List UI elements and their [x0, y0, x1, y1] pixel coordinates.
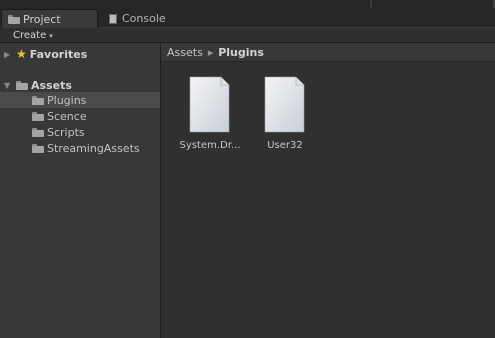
create-button-label: Create — [13, 30, 47, 41]
folder-icon — [32, 127, 44, 137]
tree-item-streamingassets[interactable]: StreamingAssets — [0, 140, 160, 156]
tree-item-scence[interactable]: Scence — [0, 108, 160, 124]
expand-arrow-icon[interactable]: ▶ — [4, 50, 12, 59]
tree-item-label: Plugins — [47, 93, 87, 107]
tree-item-scripts[interactable]: Scripts — [0, 124, 160, 140]
folder-icon — [16, 80, 28, 90]
tree-item-assets-label: Assets — [31, 78, 72, 92]
breadcrumb-separator-icon: ▶ — [207, 48, 214, 57]
tree-item-label: StreamingAssets — [47, 141, 140, 155]
tab-console-label: Console — [122, 12, 166, 25]
document-icon — [264, 76, 305, 133]
breadcrumb-item-assets[interactable]: Assets — [167, 46, 203, 59]
tab-project[interactable]: Project — [1, 9, 98, 28]
tree-item-label: Scripts — [47, 125, 85, 139]
asset-item-label: User32 — [267, 140, 303, 151]
tree-item-favorites[interactable]: ▶ ★ Favorites — [0, 46, 160, 62]
folder-icon — [8, 14, 20, 24]
folder-icon — [32, 95, 44, 105]
breadcrumb-item-plugins[interactable]: Plugins — [218, 46, 264, 59]
project-toolbar: Create ▾ — [0, 28, 495, 43]
tree-item-label: Scence — [47, 109, 87, 123]
console-icon — [109, 13, 117, 24]
asset-item[interactable]: User32 — [250, 76, 320, 156]
asset-item[interactable]: System.Dr... — [175, 76, 245, 156]
folder-icon — [32, 111, 44, 121]
window-tab-strip: Project Console — [0, 0, 495, 28]
asset-grid-pane: Assets ▶ Plugins System.Dr... User32 — [161, 44, 495, 338]
tree-item-favorites-label: Favorites — [29, 47, 88, 61]
create-dropdown-button[interactable]: Create ▾ — [6, 29, 60, 42]
folder-icon — [32, 143, 44, 153]
star-icon: ★ — [16, 47, 27, 61]
breadcrumb: Assets ▶ Plugins — [161, 44, 495, 62]
collapse-arrow-icon[interactable]: ▼ — [4, 81, 12, 90]
tab-strip-divider — [370, 0, 372, 8]
folder-tree-pane: ▶ ★ Favorites ▼ Assets Plugins Scence Sc… — [0, 44, 160, 338]
document-icon — [189, 76, 230, 133]
asset-item-label: System.Dr... — [179, 140, 241, 151]
tab-project-label: Project — [23, 12, 61, 26]
tree-item-plugins[interactable]: Plugins — [0, 92, 160, 108]
tab-console[interactable]: Console — [103, 9, 223, 28]
chevron-down-icon: ▾ — [49, 31, 53, 40]
tree-item-assets[interactable]: ▼ Assets — [0, 77, 160, 93]
